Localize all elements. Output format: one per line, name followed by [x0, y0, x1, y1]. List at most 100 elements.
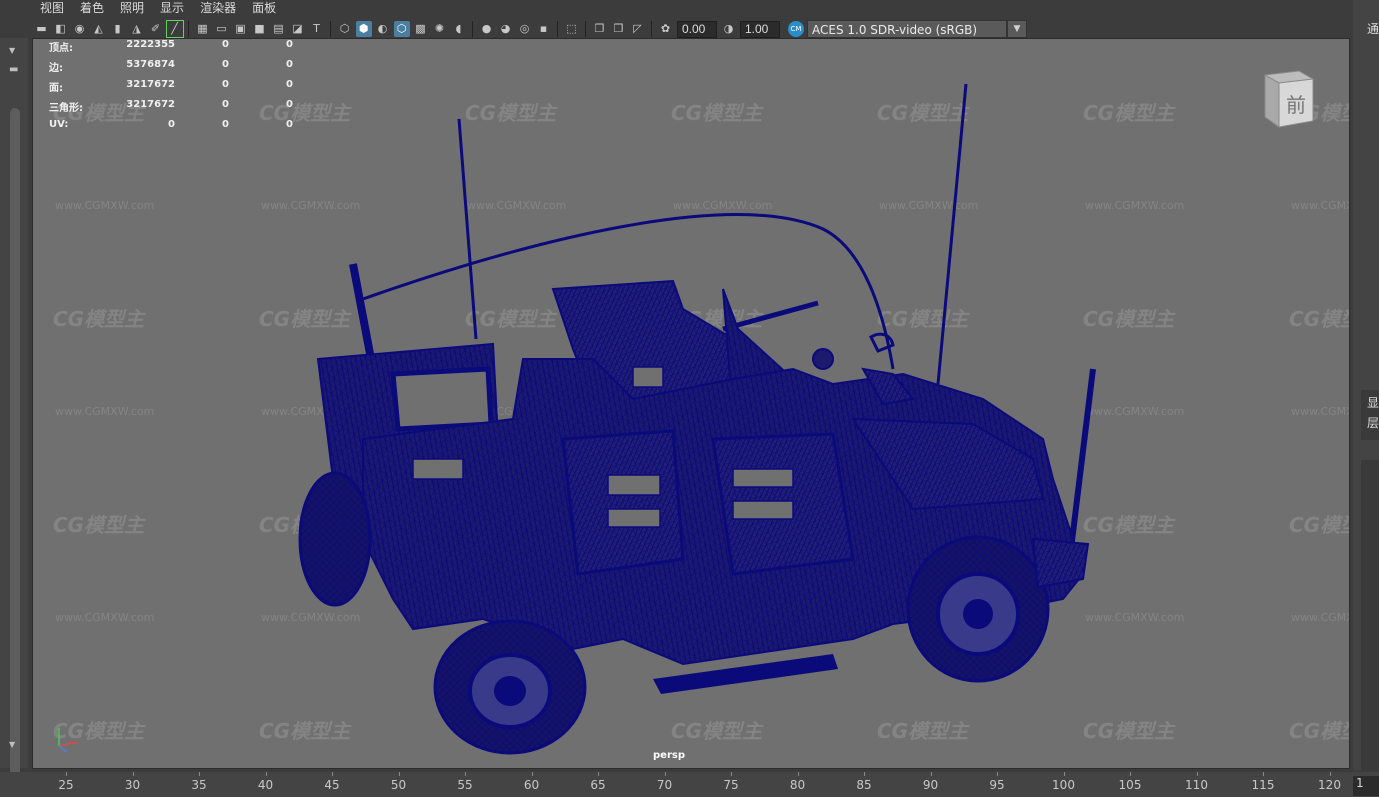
bookmark-icon[interactable]: ▮ — [110, 21, 126, 37]
grid-icon[interactable]: ▦ — [195, 21, 211, 37]
toolbar-divider — [585, 21, 586, 37]
timeline-tick-mark — [997, 772, 998, 776]
smooth-shade-icon[interactable]: ⬢ — [355, 21, 372, 37]
timeline-tick-mark — [1196, 772, 1198, 776]
wireframe-icon[interactable]: ⬡ — [337, 21, 353, 37]
timeline-tick-label: 45 — [324, 778, 340, 792]
image-plane-icon[interactable]: ◭ — [91, 21, 107, 37]
3d-viewport[interactable]: CG模型主CG模型主CG模型主CG模型主CG模型主CG模型主CG模型主CG模型主… — [32, 38, 1350, 769]
time-slider[interactable]: 25 30 35 40 45 50 55 60 65 70 75 80 85 90 95 100 105 110 1… — [0, 772, 1379, 797]
current-frame-field[interactable]: 1 — [1353, 776, 1379, 796]
xray-active-icon[interactable]: ❒ — [611, 21, 627, 37]
toolbar-divider — [188, 21, 189, 37]
chevron-down-icon[interactable]: ▼ — [9, 740, 15, 749]
timeline-tick-mark — [1130, 772, 1131, 776]
timeline-tick-label: 65 — [590, 778, 606, 792]
timeline-tick-label: 100 — [1052, 778, 1075, 792]
gamma-field[interactable] — [740, 20, 780, 38]
hud-row-vertices: 顶点: 2222355 0 0 — [49, 39, 293, 54]
shadows-icon[interactable]: ◖ — [451, 21, 467, 37]
wireframe-vehicle-model[interactable] — [33, 39, 1350, 769]
resolution-gate-icon[interactable]: ▣ — [233, 21, 249, 37]
maya-window: 视图 着色 照明 显示 渲染器 面板 ▬ ◧ ◉ ◭ ▮ ◮ ✐ ╱ ▦ ▭ ▣… — [0, 0, 1379, 797]
panel-menubar: 视图 着色 照明 显示 渲染器 面板 — [32, 0, 1352, 16]
timeline-tick-label: 35 — [191, 778, 207, 792]
timeline-tick-label: 40 — [257, 778, 274, 792]
menu-shading[interactable]: 着色 — [72, 0, 112, 16]
safe-title-icon[interactable]: T — [309, 21, 325, 37]
timeline-tick-mark — [332, 772, 333, 776]
menu-lighting[interactable]: 照明 — [112, 0, 152, 16]
timeline-tick-label: 70 — [656, 778, 673, 792]
left-scrollbar[interactable] — [10, 108, 20, 778]
timeline-tick-mark — [66, 772, 67, 776]
timeline-tick-mark — [265, 772, 267, 776]
timeline-tick-label: 115 — [1251, 778, 1275, 792]
timeline-tick-label: 120 — [1318, 778, 1341, 792]
gate-mask-icon[interactable]: ■ — [252, 21, 268, 37]
panel-toolbar: ▬ ◧ ◉ ◭ ▮ ◮ ✐ ╱ ▦ ▭ ▣ ■ ▤ ◪ T ⬡ ⬢ ◐ ⬡ ▩ … — [32, 18, 1352, 40]
hud-row-faces: 面: 3217672 0 0 — [49, 79, 293, 94]
timeline-tick-label: 95 — [989, 778, 1005, 792]
color-management-icon[interactable]: CM — [788, 21, 804, 37]
menu-panels[interactable]: 面板 — [244, 0, 284, 16]
timeline-tick-label: 25 — [58, 778, 74, 792]
chevron-down-icon[interactable]: ▼ — [9, 46, 15, 55]
chevron-down-icon[interactable]: ▼ — [1007, 20, 1027, 38]
timeline-tick-mark — [1329, 772, 1331, 776]
timeline-tick-label: 55 — [457, 778, 473, 792]
timeline-tick-mark — [797, 772, 799, 776]
timeline-tick-mark — [864, 772, 865, 776]
right-tab-label[interactable]: 通 — [1367, 20, 1379, 37]
camera-name-label: persp — [653, 750, 685, 761]
timeline-tick-label: 75 — [723, 778, 739, 792]
left-tool-strip: ▼ ▬ ▼ — [0, 38, 28, 778]
layer-tab-label[interactable]: 层 — [1367, 414, 1379, 431]
isolate-select-icon[interactable]: ⬚ — [564, 21, 580, 37]
timeline-tick-mark — [465, 772, 466, 776]
display-tab-label[interactable]: 显 — [1367, 394, 1379, 411]
motion-blur-icon[interactable]: ◕ — [498, 21, 514, 37]
timeline-tick-label: 85 — [856, 778, 872, 792]
depth-of-field-icon[interactable]: ▪ — [536, 21, 552, 37]
menu-view[interactable]: 视图 — [32, 0, 72, 16]
xray-icon[interactable]: ❐ — [592, 21, 608, 37]
toolbar-divider — [557, 21, 558, 37]
2d-pan-zoom-icon[interactable]: ◮ — [129, 21, 145, 37]
timeline-tick-label: 60 — [523, 778, 540, 792]
menu-renderer[interactable]: 渲染器 — [192, 0, 244, 16]
gamma-icon[interactable]: ◑ — [721, 21, 737, 37]
timeline-tick-label: 50 — [390, 778, 407, 792]
exposure-icon[interactable]: ✿ — [658, 21, 674, 37]
pencil-toggle-icon[interactable]: ╱ — [165, 20, 184, 38]
camera-lock-icon[interactable]: ◉ — [72, 21, 88, 37]
timeline-tick-label: 80 — [789, 778, 806, 792]
select-camera-icon[interactable]: ▬ — [34, 21, 50, 37]
view-cube-face-label: 前 — [1286, 93, 1306, 117]
color-space-select[interactable]: ACES 1.0 SDR-video (sRGB) — [807, 20, 1007, 38]
view-cube[interactable]: 前 — [1259, 67, 1317, 129]
collapse-bar-icon[interactable]: ▬ — [9, 64, 18, 75]
timeline-tick-mark — [398, 772, 400, 776]
toolbar-divider — [472, 21, 473, 37]
right-side-strip: 通 显 层 — [1353, 0, 1379, 770]
field-chart-icon[interactable]: ▤ — [271, 21, 287, 37]
screen-space-ao-icon[interactable]: ● — [479, 21, 495, 37]
xray-joints-icon[interactable]: ◸ — [630, 21, 646, 37]
timeline-tick-mark — [531, 772, 533, 776]
film-gate-icon[interactable]: ▭ — [214, 21, 230, 37]
timeline-tick-mark — [664, 772, 666, 776]
anti-aliasing-icon[interactable]: ◎ — [517, 21, 533, 37]
exposure-field[interactable] — [677, 20, 717, 38]
wireframe-on-shaded-icon[interactable]: ⬡ — [393, 21, 410, 37]
safe-action-icon[interactable]: ◪ — [290, 21, 306, 37]
menu-show[interactable]: 显示 — [152, 0, 192, 16]
camera-attributes-icon[interactable]: ◧ — [53, 21, 69, 37]
use-all-lights-icon[interactable]: ✺ — [432, 21, 448, 37]
textured-icon[interactable]: ▩ — [413, 21, 429, 37]
grease-pencil-icon[interactable]: ✐ — [148, 21, 164, 37]
hud-row-triangles: 三角形: 3217672 0 0 — [49, 99, 293, 114]
timeline-tick-mark — [930, 772, 932, 776]
toolbar-divider — [330, 21, 331, 37]
default-material-icon[interactable]: ◐ — [375, 21, 391, 37]
